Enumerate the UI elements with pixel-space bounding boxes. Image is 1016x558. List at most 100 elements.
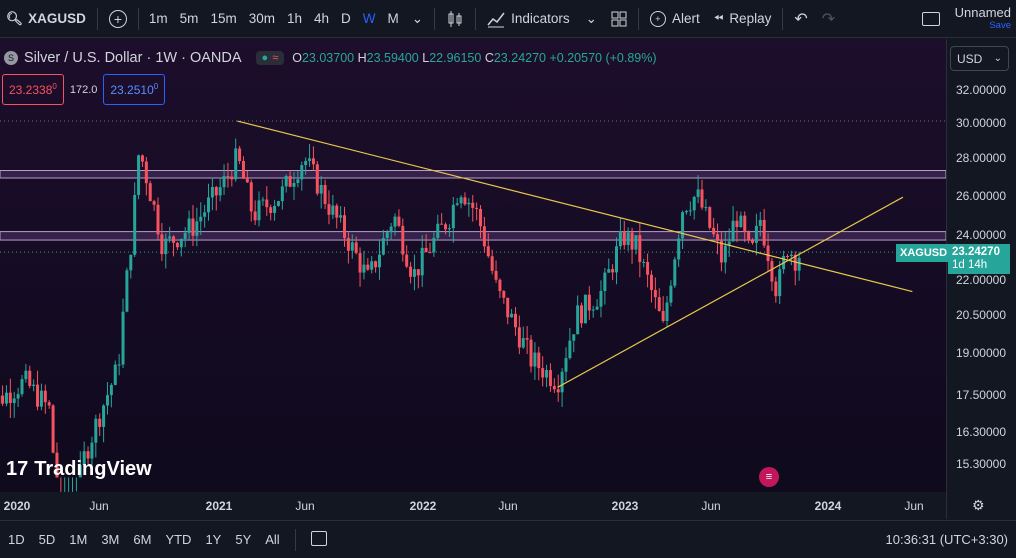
candle-body [712,227,716,235]
candle-body [16,394,20,399]
layout-name[interactable]: Unnamed Save [955,6,1011,32]
close-value: 23.24270 [493,51,546,65]
templates-button[interactable] [604,0,634,38]
candle-body [105,395,109,406]
timeframe-w[interactable]: W [357,0,382,38]
chart-pane[interactable] [0,39,946,519]
range-3m[interactable]: 3M [94,532,126,547]
candle-body [747,231,751,241]
alert-button[interactable]: + Alert [643,0,707,38]
symbol-price-tag: XAGUSD [896,244,952,262]
sell-button[interactable]: 23.23380 [2,74,64,105]
indicators-button[interactable]: Indicators ⌄ [480,0,604,38]
candle-body [393,216,397,227]
candle-body [751,240,755,243]
replay-button[interactable]: ⏪︎ Replay [707,0,779,38]
candle-body [172,236,176,243]
compare-button[interactable]: + [102,0,134,38]
candle-body [482,226,486,247]
timeframe-d[interactable]: D [335,0,357,38]
candle-body [572,334,576,341]
timeframe-dropdown[interactable]: ⌄ [405,0,430,38]
candle-body [343,215,347,239]
sell-price: 23.2338 [9,83,53,97]
candle-body [20,379,24,395]
grid-icon [611,11,627,26]
candle-body [133,194,137,255]
candle-body [199,216,203,222]
undo-button[interactable]: ↶ [787,0,814,38]
goto-date-button[interactable] [304,530,334,549]
timeframe-30m[interactable]: 30m [243,0,281,38]
divider [782,7,784,30]
timeframe-1m[interactable]: 1m [143,0,174,38]
time-tick: Jun [89,499,109,513]
legend-title: Silver / U.S. Dollar · 1W · OANDA [24,50,242,66]
range-1y[interactable]: 1Y [198,532,228,547]
candle-body [529,339,533,367]
timeframe-15m[interactable]: 15m [204,0,242,38]
candle-body [479,208,483,227]
range-ytd[interactable]: YTD [158,532,198,547]
candle-body [665,302,669,321]
buy-button[interactable]: 23.25100 [103,74,166,105]
candle-body [626,232,630,246]
range-1m[interactable]: 1M [62,532,94,547]
candle-body [681,212,685,239]
timeframe-5m[interactable]: 5m [174,0,205,38]
range-5y[interactable]: 5Y [228,532,258,547]
symbol-search[interactable]: 🔍︎ XAGUSD [0,0,93,38]
clock[interactable]: 10:36:31 (UTC+3:30) [886,532,1008,547]
candle-body [607,269,611,273]
candle-body [603,272,607,291]
candle-body [102,405,106,427]
candle-body [653,290,657,298]
fullscreen-button[interactable] [915,0,947,38]
candle-body [739,215,743,228]
candle-body [580,305,584,324]
currency-select[interactable]: USD ⌄ [950,46,1009,71]
trendline-ascending [557,196,904,388]
rewind-icon: ⏪︎ [713,11,724,25]
price-tick: 30.00000 [955,116,1006,130]
timeframe-1h[interactable]: 1h [281,0,308,38]
change-value: +0.20570 (+0.89%) [549,51,657,65]
timeframe-4h[interactable]: 4h [308,0,335,38]
candle-body [296,179,300,183]
price-tick: 32.00000 [955,83,1006,97]
market-status-pill[interactable]: ● ≈ [255,51,285,65]
candle-body [401,225,405,255]
save-link[interactable]: Save [955,19,1011,32]
candle-body [649,274,653,291]
time-axis[interactable]: 2020 Jun 2021 Jun 2022 Jun 2023 Jun 2024… [0,492,946,519]
chart-svg[interactable] [0,39,946,519]
redo-button[interactable]: ↷ [815,0,842,38]
candle-body [152,201,156,205]
price-axis[interactable]: 32.00000 30.00000 28.00000 26.00000 24.0… [946,39,1016,519]
candle-body [51,405,55,453]
range-1d[interactable]: 1D [0,532,32,547]
divider [475,7,477,30]
last-price: 23.24270 [952,246,1000,258]
layout-title: Unnamed [954,5,1011,20]
open-label: O [292,51,302,65]
chart-type-button[interactable] [439,0,471,38]
timeframe-m[interactable]: M [382,0,405,38]
candle-body [513,313,517,328]
candle-body [261,199,265,201]
candle-body [168,236,172,239]
us-flag-event-icon[interactable]: ≡ [759,467,779,487]
candle-body [98,418,102,427]
candle-body [195,221,199,236]
alarm-icon: + [649,10,666,27]
candle-body [140,155,144,162]
settings-icon[interactable]: ⚙ [972,497,985,514]
calendar-icon [310,530,327,546]
range-6m[interactable]: 6M [126,532,158,547]
range-all[interactable]: All [258,532,286,547]
candle-body [121,311,125,365]
range-5d[interactable]: 5D [32,532,63,547]
candle-body [700,189,704,208]
buy-price: 23.2510 [110,83,154,97]
candle-body [374,261,378,268]
